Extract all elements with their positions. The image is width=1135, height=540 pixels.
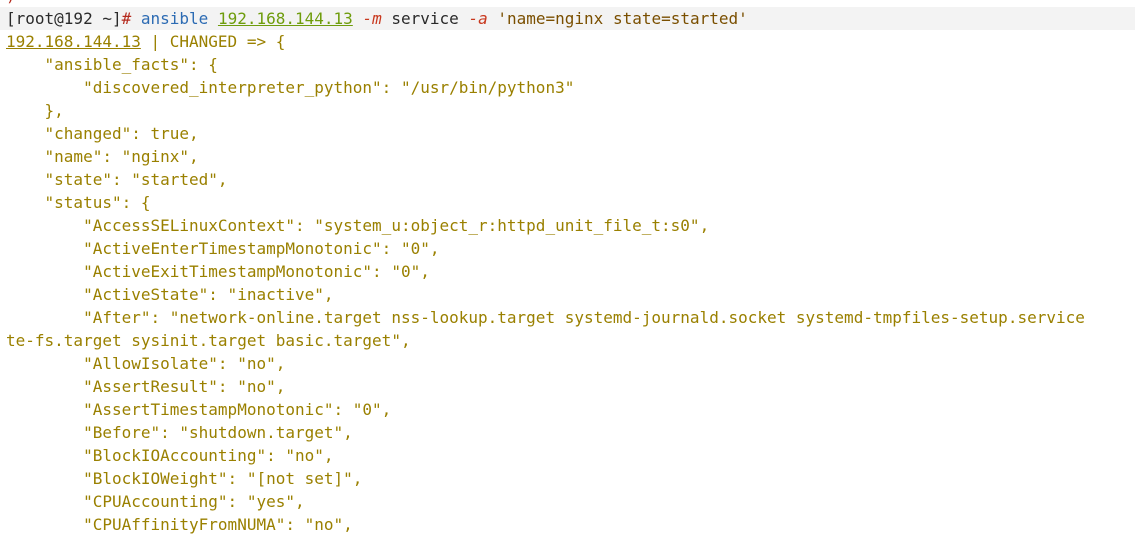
- output-line: "status": {: [6, 193, 151, 212]
- output-line: "ActiveState": "inactive",: [6, 285, 334, 304]
- output-line: "AssertTimestampMonotonic": "0",: [6, 400, 392, 419]
- output-line: "ActiveEnterTimestampMonotonic": "0",: [6, 239, 440, 258]
- result-header: 192.168.144.13 | CHANGED => {: [6, 30, 285, 53]
- args-flag: -a: [468, 9, 488, 28]
- module-args: 'name=nginx state=started': [497, 9, 748, 28]
- terminal-window[interactable]: ) [root@192 ~]# ansible 192.168.144.13 -…: [0, 0, 1135, 540]
- output-line: },: [6, 101, 64, 120]
- output-line: "CPUAffinityFromNUMA": "no",: [6, 515, 353, 534]
- previous-output-fragment: ): [6, 0, 16, 4]
- output-line: "name": "nginx",: [6, 147, 199, 166]
- module-flag: -m: [362, 9, 382, 28]
- result-status: | CHANGED => {: [140, 32, 286, 51]
- output-line: "AssertResult": "no",: [6, 377, 286, 396]
- output-line: "AccessSELinuxContext": "system_u:object…: [6, 216, 710, 235]
- output-line: "Before": "shutdown.target",: [6, 423, 353, 442]
- output-line: "ActiveExitTimestampMonotonic": "0",: [6, 262, 430, 281]
- target-ip: 192.168.144.13: [217, 9, 353, 28]
- output-line: "ansible_facts": {: [6, 55, 218, 74]
- module-name: service: [391, 9, 459, 28]
- prompt-hash: #: [121, 9, 132, 28]
- output-line: "CPUAccounting": "yes",: [6, 492, 305, 511]
- output-line: "BlockIOWeight": "[not set]",: [6, 469, 363, 488]
- output-line: "changed": true,: [6, 124, 199, 143]
- command-line: [root@192 ~]# ansible 192.168.144.13 -m …: [6, 7, 748, 30]
- result-host: 192.168.144.13: [6, 32, 141, 51]
- command-name: ansible: [140, 9, 209, 28]
- output-line: "After": "network-online.target nss-look…: [6, 308, 1085, 327]
- output-line: "discovered_interpreter_python": "/usr/b…: [6, 78, 575, 97]
- output-line: "BlockIOAccounting": "no",: [6, 446, 334, 465]
- prompt-user-host: [root@192 ~]: [6, 9, 122, 28]
- output-line: "AllowIsolate": "no",: [6, 354, 286, 373]
- output-line-wrapped: te-fs.target sysinit.target basic.target…: [6, 331, 411, 350]
- output-line: "state": "started",: [6, 170, 228, 189]
